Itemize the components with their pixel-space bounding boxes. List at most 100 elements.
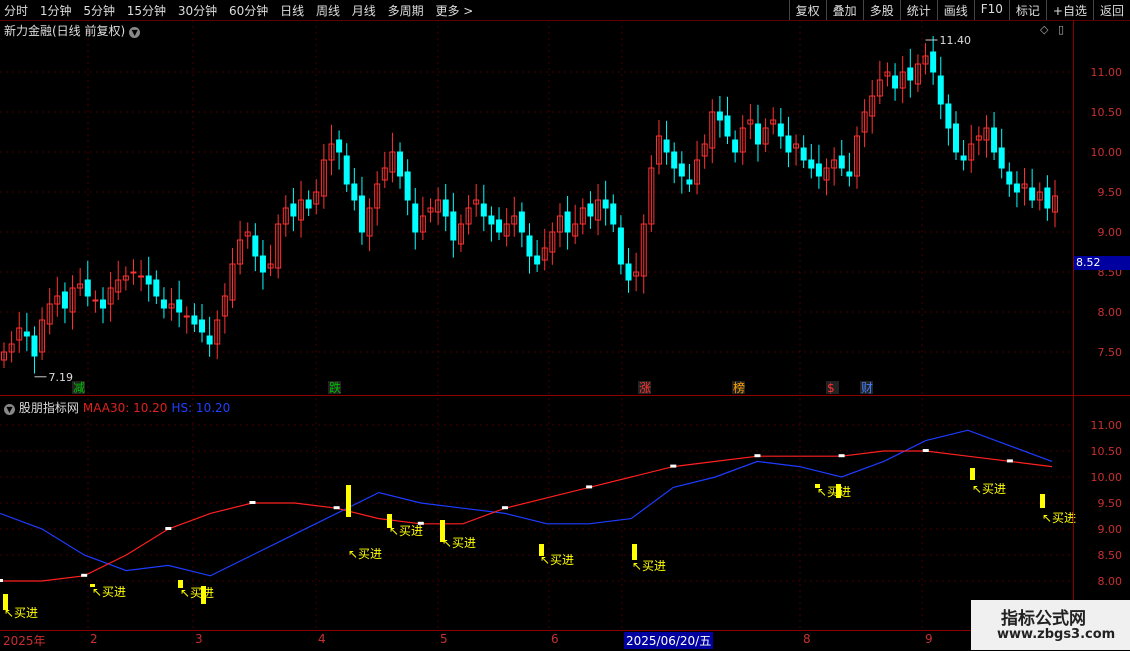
low-price-label: 7.19 <box>48 371 73 384</box>
candle-body <box>815 163 822 177</box>
hs-value-label: HS: 10.20 <box>171 401 231 415</box>
buy-signal-bar <box>632 544 637 560</box>
candle-body <box>496 219 503 233</box>
current-price-tag: 8.52 <box>1074 256 1130 270</box>
candle-body <box>290 203 297 217</box>
candle-body <box>930 51 937 73</box>
candle-body <box>1006 171 1013 185</box>
ma-dot <box>249 501 256 504</box>
watermark: 指标公式网 www.zbgs3.com <box>971 600 1130 650</box>
event-marker: 榜 <box>733 380 745 395</box>
candle-body <box>191 315 198 325</box>
buy-signal-bar <box>970 468 975 480</box>
candle-body <box>61 291 68 309</box>
event-marker: 涨 <box>639 380 651 395</box>
indicator-axis-label: 10.50 <box>1090 445 1123 458</box>
candle-body <box>686 179 693 185</box>
candle-body <box>945 103 952 129</box>
ma-dot <box>838 454 845 458</box>
candle-body <box>1044 187 1051 209</box>
candle-body <box>305 199 312 209</box>
candle-body <box>892 75 899 89</box>
indicator-axis-label: 8.50 <box>1097 549 1123 562</box>
candle-body <box>907 67 914 81</box>
price-axis-label: 10.50 <box>1090 106 1123 119</box>
candle-body <box>617 227 624 265</box>
candle-body <box>602 199 609 209</box>
candle-body <box>176 299 183 313</box>
candle-body <box>199 319 206 333</box>
candle-body <box>716 111 723 121</box>
candle-body <box>358 195 365 233</box>
indicator-title: ▼ 股朋指标网 MAA30: 10.20 HS: 10.20 <box>4 399 230 416</box>
candle-body <box>259 255 266 273</box>
candle-body <box>991 127 998 153</box>
candle-body <box>587 203 594 217</box>
watermark-url: www.zbgs3.com <box>997 627 1116 642</box>
indicator-axis-label: 9.00 <box>1097 523 1123 536</box>
candle-body <box>518 211 525 233</box>
date-label: 9 <box>925 632 933 646</box>
candle-body <box>785 135 792 153</box>
candle-body <box>488 215 495 225</box>
buy-signal-label: ↖买进 <box>1042 511 1076 525</box>
candle-body <box>31 335 38 357</box>
candle-body <box>937 75 944 105</box>
candle-body <box>838 155 845 169</box>
ma-dot <box>922 449 929 452</box>
price-axis-label: 7.50 <box>1097 346 1123 359</box>
indicator-name: 股朋指标网 <box>18 401 79 415</box>
date-label: 5 <box>440 632 448 646</box>
candle-body <box>336 139 343 153</box>
candle-body <box>343 155 350 185</box>
candle-body <box>84 279 91 297</box>
ma-dot <box>501 506 508 510</box>
candle-body <box>724 115 731 137</box>
event-marker: $ <box>827 381 835 395</box>
candle-body <box>610 203 617 225</box>
price-axis-label: 9.50 <box>1097 186 1123 199</box>
candle-body <box>732 139 739 153</box>
date-label: 4 <box>318 632 326 646</box>
candle-body <box>526 235 533 257</box>
candle-body <box>412 203 419 233</box>
price-axis-label: 10.00 <box>1090 146 1123 159</box>
indicator-axis-label: 8.00 <box>1097 575 1123 588</box>
ma-dot <box>586 485 593 489</box>
candle-body <box>998 147 1005 169</box>
buy-signal-label: ↖买进 <box>632 559 666 573</box>
buy-signal-label: ↖买进 <box>92 585 126 599</box>
ma-value-label: MAA30: 10.20 <box>82 401 168 415</box>
indicator-axis-label: 9.50 <box>1097 497 1123 510</box>
candle-body <box>100 299 107 309</box>
date-label: 6 <box>551 632 559 646</box>
candle-body <box>153 279 160 297</box>
watermark-title: 指标公式网 <box>1001 609 1086 629</box>
indicator-axis-label: 11.00 <box>1090 419 1123 432</box>
candle-body <box>480 203 487 217</box>
axis-divider <box>1073 20 1074 630</box>
event-marker: 财 <box>861 381 873 395</box>
candle-body <box>92 299 99 302</box>
ma-dot <box>165 527 172 530</box>
panel-divider <box>0 395 1130 396</box>
candle-body <box>754 123 761 145</box>
candle-body <box>663 139 670 153</box>
candle-body <box>952 123 959 153</box>
date-label: 2 <box>90 632 98 646</box>
candle-body <box>671 151 678 169</box>
buy-signal-label: ↖买进 <box>972 482 1006 496</box>
ma-line <box>0 450 1053 582</box>
candle-body <box>442 199 449 217</box>
indicator-toggle-icon[interactable]: ▼ <box>4 404 15 415</box>
buy-signal-label: ↖买进 <box>4 606 38 620</box>
buy-signal-label: ↖买进 <box>348 547 382 561</box>
buy-signal-label: ↖买进 <box>389 524 423 538</box>
candle-body <box>183 315 190 318</box>
event-marker: 跌 <box>329 380 341 395</box>
candle-body <box>252 235 259 257</box>
event-marker: 减 <box>73 381 85 395</box>
candle-body <box>404 171 411 201</box>
date-label: 3 <box>195 632 203 646</box>
buy-signal-bar <box>346 485 351 517</box>
